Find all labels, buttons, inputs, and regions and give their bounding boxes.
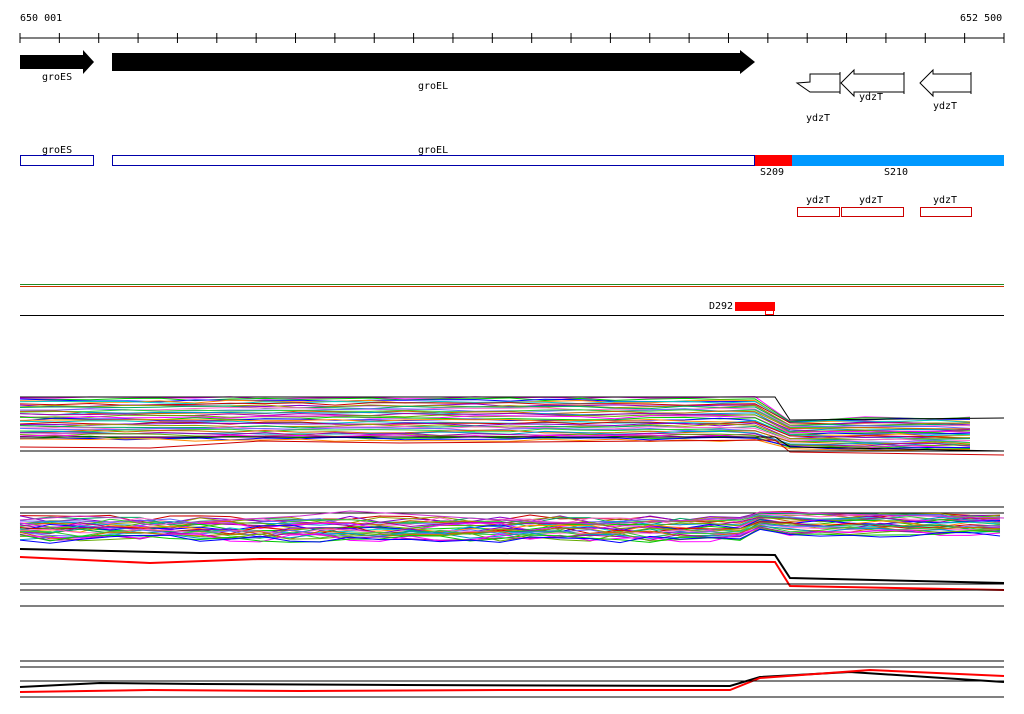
expression-profiles	[19, 396, 1005, 698]
profile-line	[19, 670, 1005, 688]
profile-line	[19, 548, 1005, 584]
profile-line	[19, 556, 1005, 591]
